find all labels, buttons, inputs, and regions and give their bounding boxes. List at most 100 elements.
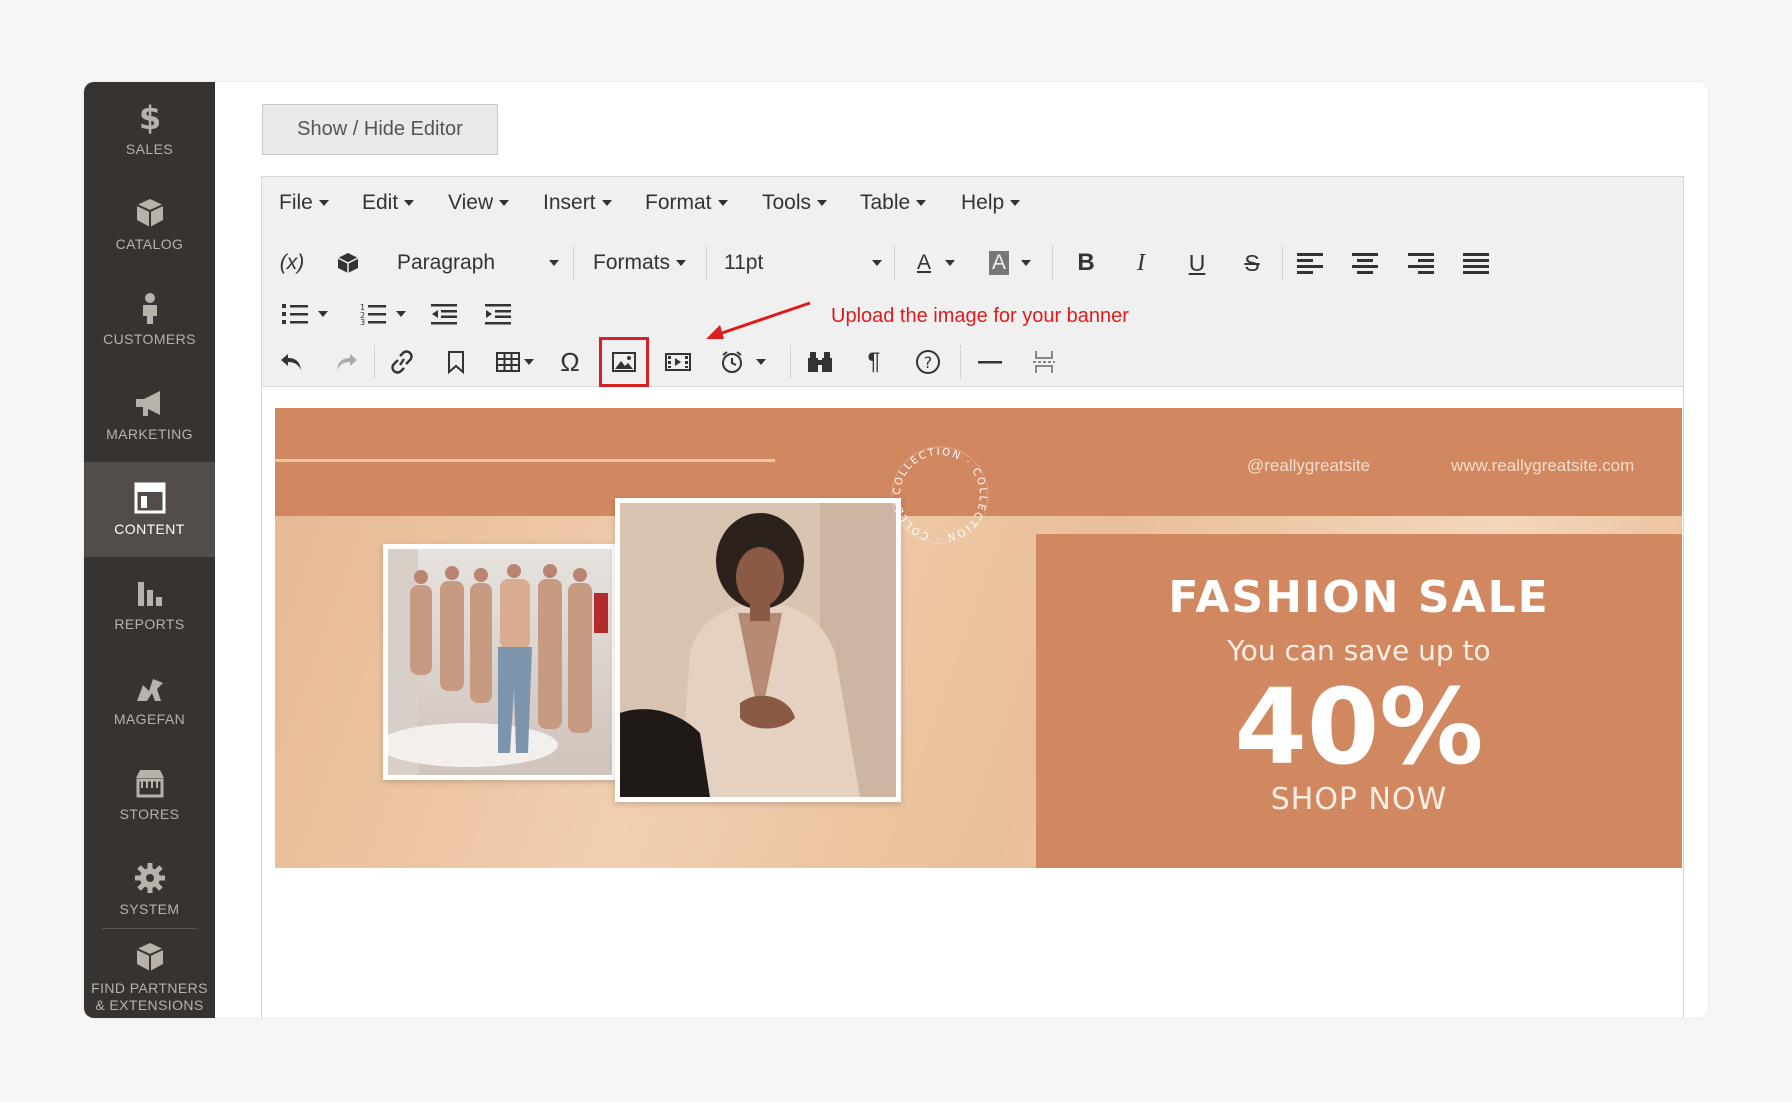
formats-menu[interactable]: Formats xyxy=(593,244,687,282)
editor-toolbar: File Edit View Insert Format Tools Table… xyxy=(262,177,1683,387)
underline-button[interactable]: U xyxy=(1179,244,1215,282)
caret-down-icon xyxy=(717,200,728,207)
find-replace-button[interactable] xyxy=(802,343,838,381)
font-size-select[interactable]: 11pt xyxy=(724,244,882,282)
numbered-list-button[interactable]: 123 xyxy=(354,295,412,333)
sale-percentage: 40% xyxy=(1234,666,1484,788)
strikethrough-button[interactable]: S xyxy=(1234,244,1270,282)
outdent-icon xyxy=(431,304,457,325)
sale-panel: FASHION SALE You can save up to 40% SHOP… xyxy=(1036,534,1682,868)
caret-down-icon xyxy=(945,260,955,266)
mannequins-image xyxy=(388,549,612,775)
insert-media-button[interactable] xyxy=(660,343,696,381)
text-color-label: A xyxy=(916,251,931,274)
insert-link-button[interactable] xyxy=(384,343,420,381)
horizontal-rule-icon xyxy=(978,361,1002,364)
sidebar-item-system[interactable]: SYSTEM xyxy=(84,842,215,937)
insert-variable-button[interactable]: (x) xyxy=(274,244,310,282)
page-break-button[interactable] xyxy=(1026,343,1062,381)
editor-content-area[interactable]: @reallygreatsite www.reallygreatsite.com xyxy=(262,387,1683,1018)
svg-text:COLLECTION · COLLECTION · COLL: COLLECTION · COLLECTION · COLLECTION · xyxy=(885,440,988,543)
menu-file[interactable]: File xyxy=(279,191,329,215)
banner-decorative-line xyxy=(275,459,775,462)
menu-table[interactable]: Table xyxy=(860,191,927,215)
help-button[interactable]: ? xyxy=(910,343,946,381)
sidebar-item-magefan[interactable]: MAGEFAN xyxy=(84,652,215,747)
block-format-value: Paragraph xyxy=(397,251,496,274)
insert-table-button[interactable] xyxy=(492,343,538,381)
badge-text: COLLECTION · COLLECTION · COLLECTION · xyxy=(885,440,986,543)
special-character-button[interactable]: Ω xyxy=(552,343,588,381)
menu-label: View xyxy=(448,191,494,214)
menu-insert[interactable]: Insert xyxy=(543,191,612,215)
align-right-button[interactable] xyxy=(1403,244,1439,282)
menu-edit[interactable]: Edit xyxy=(362,191,415,215)
italic-button[interactable]: I xyxy=(1123,244,1159,282)
sidebar-item-marketing[interactable]: MARKETING xyxy=(84,367,215,462)
sidebar-item-reports[interactable]: REPORTS xyxy=(84,557,215,652)
caret-down-icon xyxy=(396,311,406,317)
sidebar-item-content[interactable]: CONTENT xyxy=(84,462,215,557)
sidebar-item-sales[interactable]: $ SALES xyxy=(84,82,215,177)
redo-button[interactable] xyxy=(328,343,364,381)
caret-down-icon xyxy=(318,200,329,207)
indent-icon xyxy=(485,304,511,325)
sidebar-item-label: MARKETING xyxy=(106,426,193,442)
megaphone-icon xyxy=(135,391,160,416)
insert-widget-button[interactable] xyxy=(330,244,366,282)
editor-menubar: File Edit View Insert Format Tools Table… xyxy=(262,177,1683,229)
sidebar-item-customers[interactable]: CUSTOMERS xyxy=(84,272,215,367)
cube-icon xyxy=(136,943,163,971)
caret-down-icon xyxy=(549,260,559,266)
sale-title: FASHION SALE xyxy=(1168,572,1550,623)
caret-down-icon xyxy=(817,200,828,207)
horizontal-rule-button[interactable] xyxy=(972,343,1008,381)
block-format-select[interactable]: Paragraph xyxy=(397,244,559,282)
sidebar-item-find-partners[interactable]: FIND PARTNERS & EXTENSIONS xyxy=(84,930,215,1018)
toolbar-separator xyxy=(1052,246,1053,280)
box-icon xyxy=(136,199,163,227)
shop-now-text: SHOP NOW xyxy=(1270,782,1448,817)
caret-down-icon xyxy=(1010,200,1021,207)
sidebar-item-label: CATALOG xyxy=(115,236,184,252)
menu-tools[interactable]: Tools xyxy=(762,191,828,215)
caret-down-icon xyxy=(872,260,882,266)
align-left-button[interactable] xyxy=(1292,244,1328,282)
indent-button[interactable] xyxy=(480,295,516,333)
svg-text:3: 3 xyxy=(360,318,365,325)
outdent-button[interactable] xyxy=(426,295,462,333)
sidebar-item-label: CONTENT xyxy=(114,521,185,537)
align-center-button[interactable] xyxy=(1347,244,1383,282)
sidebar-item-stores[interactable]: STORES xyxy=(84,747,215,842)
insert-datetime-button[interactable] xyxy=(714,343,772,381)
undo-button[interactable] xyxy=(274,343,310,381)
background-color-button[interactable]: A xyxy=(982,244,1038,282)
banner-photo-mannequins xyxy=(383,544,617,780)
bookmark-icon xyxy=(448,351,464,374)
caret-down-icon xyxy=(1021,260,1031,266)
justify-button[interactable] xyxy=(1458,244,1494,282)
bar-chart-icon xyxy=(137,582,162,606)
menu-view[interactable]: View xyxy=(448,191,510,215)
formats-label: Formats xyxy=(593,251,671,274)
align-center-icon xyxy=(1352,253,1378,274)
banner-social-handle: @reallygreatsite xyxy=(1247,456,1371,475)
caret-down-icon xyxy=(404,200,415,207)
show-hide-editor-button[interactable]: Show / Hide Editor xyxy=(262,104,498,155)
sidebar-divider xyxy=(102,928,197,929)
anchor-button[interactable] xyxy=(438,343,474,381)
magefan-icon xyxy=(136,679,163,701)
sidebar-item-catalog[interactable]: CATALOG xyxy=(84,177,215,272)
show-blocks-button[interactable]: ¶ xyxy=(856,343,892,381)
text-color-button[interactable]: A xyxy=(908,244,964,282)
bold-button[interactable]: B xyxy=(1068,244,1104,282)
toolbar-separator xyxy=(960,345,961,379)
justify-icon xyxy=(1463,253,1489,274)
wysiwyg-editor: File Edit View Insert Format Tools Table… xyxy=(261,176,1684,1018)
toolbar-separator xyxy=(374,345,375,379)
bullet-list-button[interactable] xyxy=(276,295,334,333)
menu-help[interactable]: Help xyxy=(961,191,1021,215)
menu-format[interactable]: Format xyxy=(645,191,728,215)
admin-window: $ SALES CATALOG CUSTOMERS MARKETING CONT… xyxy=(84,82,1708,1018)
toolbar-separator xyxy=(1282,246,1283,280)
